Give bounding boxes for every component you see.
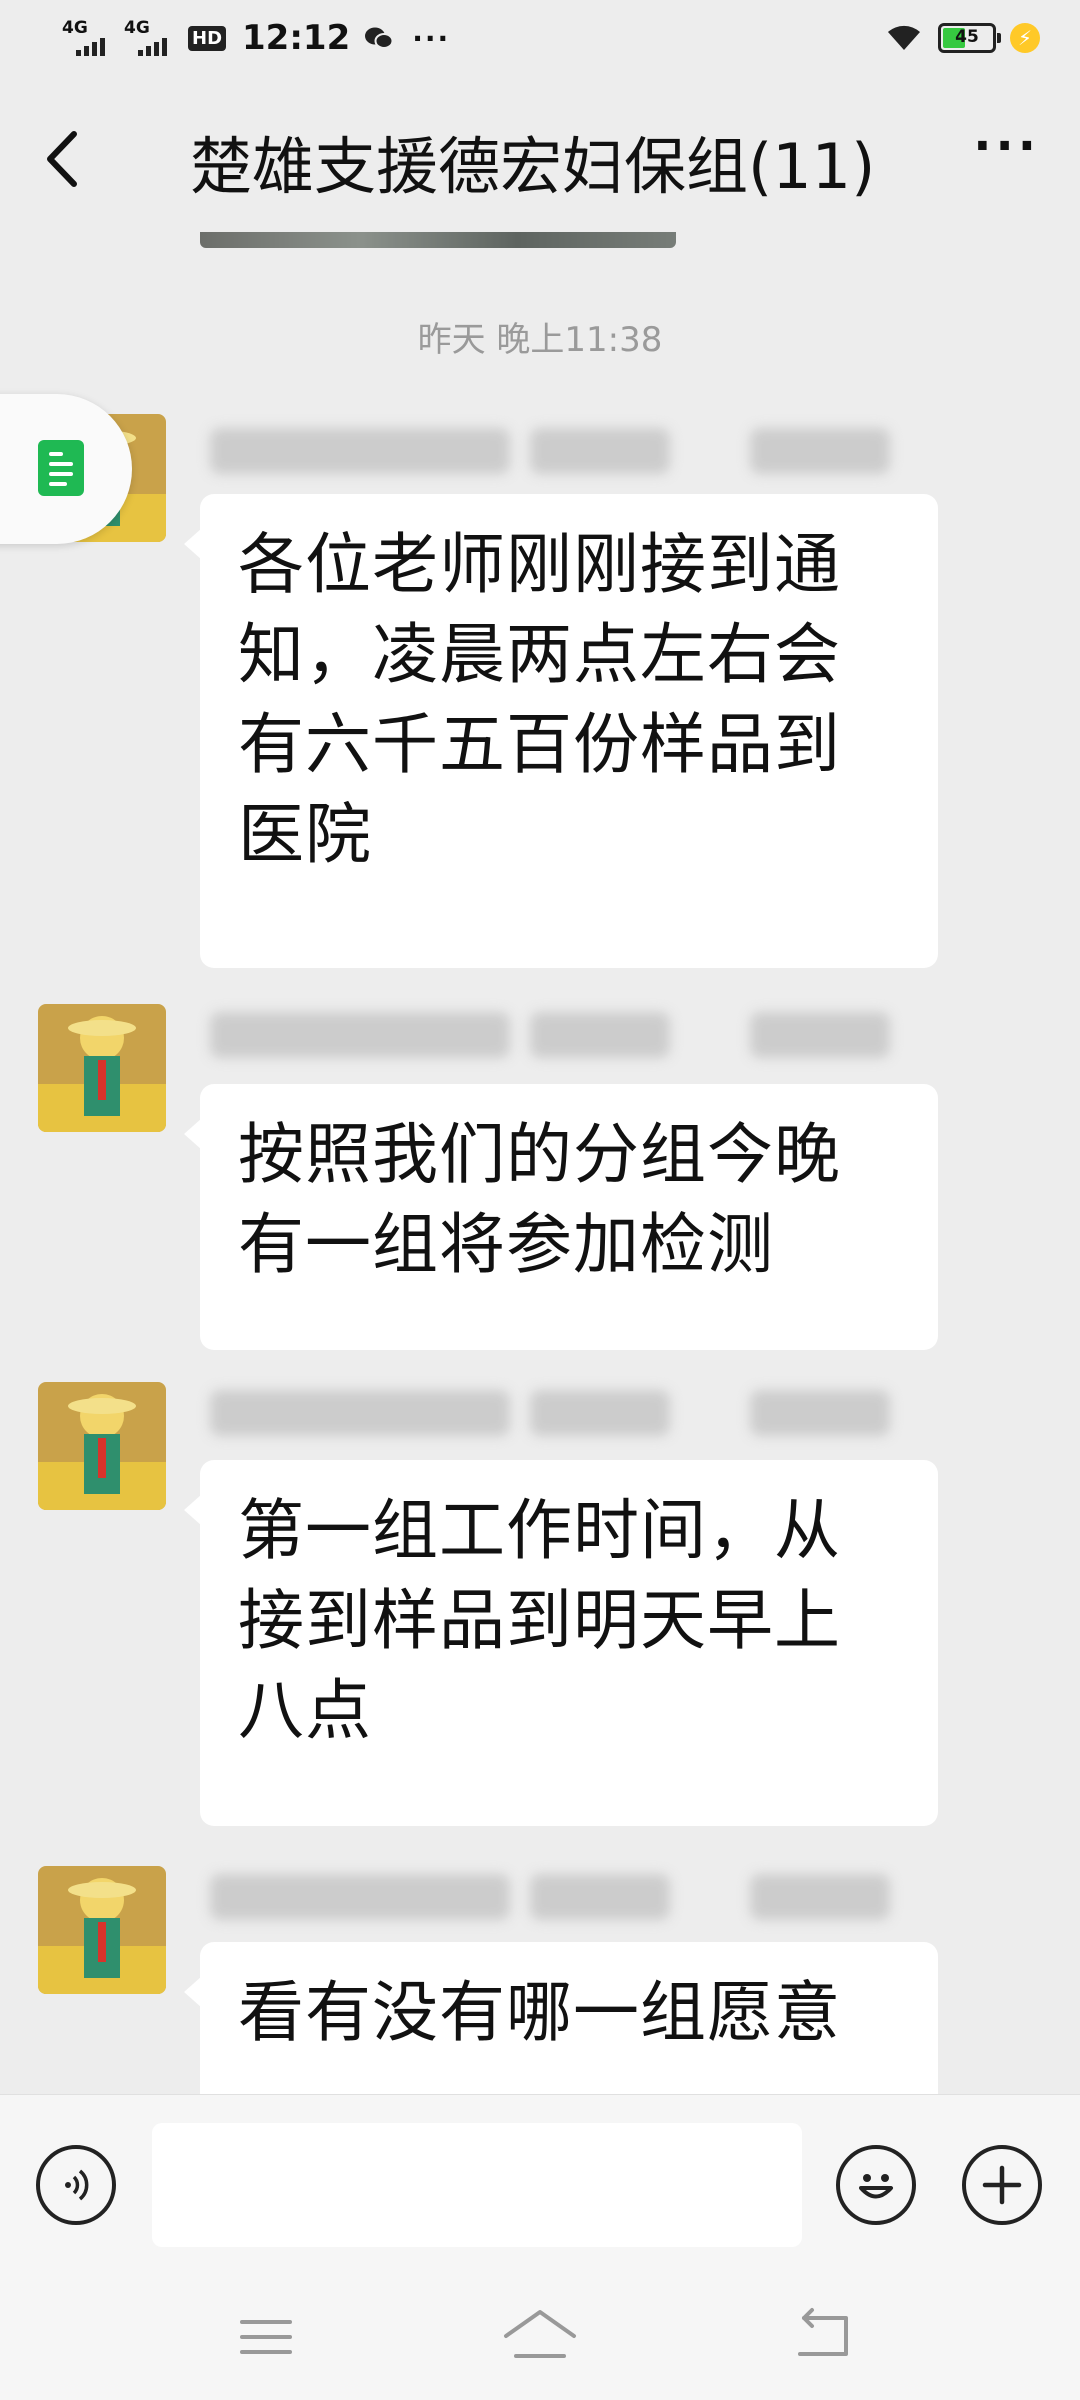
network-type-label: 4G [62, 18, 88, 38]
battery-icon: 45 [938, 23, 1001, 53]
sender-name [210, 1012, 930, 1066]
avatar[interactable] [38, 1004, 166, 1132]
voice-input-button[interactable] [36, 2145, 116, 2225]
previous-image-preview[interactable] [200, 232, 676, 248]
back-icon [798, 2308, 848, 2356]
battery-level: 45 [955, 27, 979, 47]
network-type-label-2: 4G [124, 18, 150, 38]
message-timestamp: 昨天 晚上11:38 [417, 320, 663, 360]
message-bubble[interactable]: 按照我们的分组今晚有一组将参加检测 [184, 1084, 938, 1350]
chat-header: 楚雄支援德宏妇保组(11) ··· [0, 88, 1080, 238]
avatar[interactable] [38, 1382, 166, 1510]
plus-icon [982, 2165, 1022, 2205]
back-nav-button[interactable] [790, 2306, 860, 2366]
wifi-icon [884, 20, 924, 56]
signal-strength-icon: 4G [62, 18, 114, 58]
avatar[interactable] [38, 1866, 166, 1994]
message-bubble[interactable]: 各位老师刚刚接到通知，凌晨两点左右会有六千五百份样品到医院 [184, 494, 938, 968]
chat-input-bar [0, 2094, 1080, 2277]
message-input[interactable] [152, 2123, 802, 2247]
emoji-button[interactable] [836, 2145, 916, 2225]
menu-button[interactable] [236, 2312, 296, 2362]
emoji-icon [859, 2174, 893, 2199]
sender-name [210, 1874, 930, 1928]
message-bubble[interactable]: 第一组工作时间，从接到样品到明天早上八点 [184, 1460, 938, 1826]
hd-voice-icon: HD [188, 25, 227, 51]
back-button[interactable] [34, 124, 94, 194]
signal-strength-icon-2: 4G [124, 18, 176, 58]
wechat-notification-icon [364, 26, 394, 50]
status-more-dots: ··· [412, 21, 451, 55]
more-functions-button[interactable] [962, 2145, 1042, 2225]
status-time: 12:12 [242, 18, 351, 58]
status-bar: 4G 4G HD 12:12 ··· 45 ⚡ [0, 0, 1080, 88]
sender-name [210, 1390, 930, 1444]
chevron-left-icon [47, 131, 77, 187]
home-button[interactable] [500, 2306, 580, 2366]
more-options-button[interactable]: ··· [973, 118, 1040, 174]
home-icon [504, 2310, 576, 2358]
chat-title: 楚雄支援德宏妇保组(11) [190, 130, 876, 203]
charging-icon: ⚡ [1010, 23, 1040, 53]
document-icon [38, 440, 84, 496]
voice-icon [65, 2169, 89, 2201]
sender-name [210, 428, 930, 482]
menu-icon [240, 2320, 292, 2354]
system-navigation-bar [0, 2276, 1080, 2400]
